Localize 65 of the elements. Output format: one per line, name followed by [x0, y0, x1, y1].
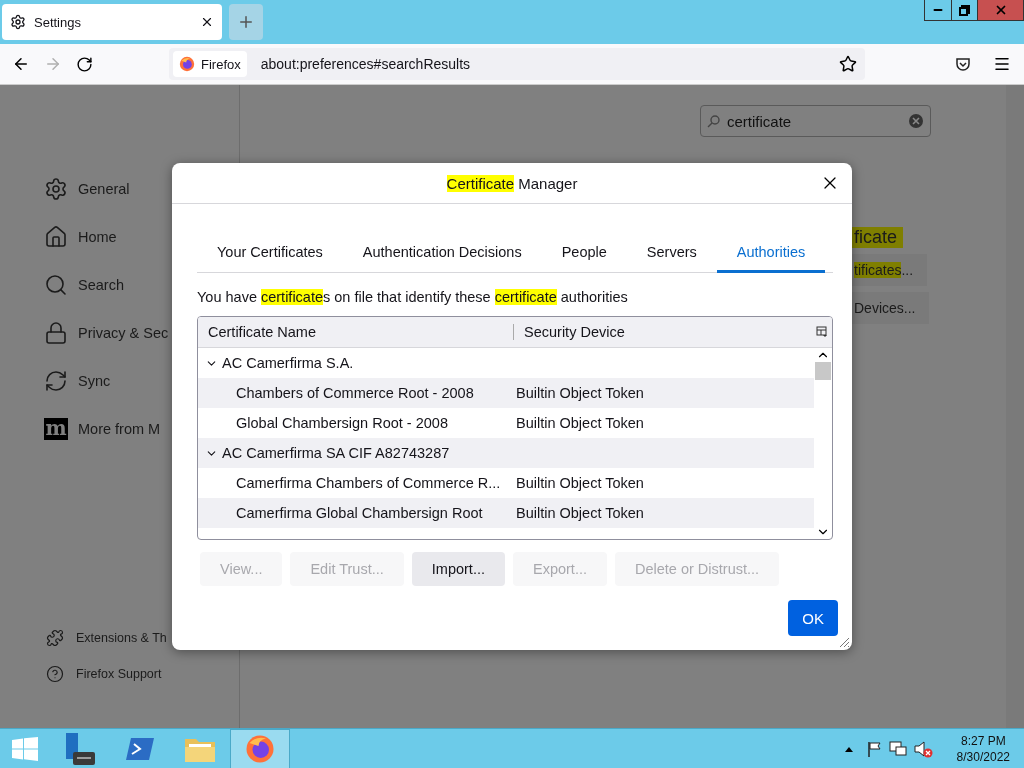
- star-icon[interactable]: [839, 55, 857, 73]
- dialog-tab[interactable]: Servers: [626, 233, 717, 273]
- sidebar-link[interactable]: Firefox Support: [46, 656, 239, 692]
- sidebar-link[interactable]: Extensions & Th: [46, 620, 239, 656]
- table-cell-text: Camerfirma Global Chambersign Root: [235, 505, 484, 521]
- search-icon: [707, 114, 721, 128]
- table-cell-text: AC Camerfirma SA CIF A82743287: [221, 445, 451, 461]
- settings-button[interactable]: tificates...: [852, 254, 928, 286]
- lock-icon: [44, 321, 68, 345]
- caret-icon[interactable]: [844, 745, 853, 752]
- table-row[interactable]: AC Camerfirma SA CIF A82743287: [198, 438, 814, 468]
- restore-icon: [959, 4, 970, 16]
- clock-time: 8:27 PM: [960, 732, 1006, 749]
- identity-box[interactable]: Firefox: [173, 51, 247, 77]
- search-icon: [44, 273, 68, 297]
- dialog-tab[interactable]: Your Certificates: [197, 233, 343, 273]
- flag-icon[interactable]: [866, 740, 883, 757]
- section-heading: ficate: [852, 227, 904, 248]
- gear-icon: [44, 177, 68, 201]
- new-tab-button[interactable]: [229, 4, 263, 40]
- clear-icon[interactable]: [908, 113, 924, 129]
- table-cell-text: Camerfirma Chambers of Commerce R...: [235, 475, 502, 491]
- reload-icon[interactable]: [76, 55, 93, 73]
- menu-icon[interactable]: [993, 55, 1011, 73]
- close-icon[interactable]: [200, 15, 214, 29]
- pocket-icon[interactable]: [955, 56, 971, 72]
- plus-icon: [237, 13, 255, 31]
- table-cell-text: Global Chambersign Root - 2008: [235, 415, 449, 431]
- resize-grip-icon[interactable]: [838, 636, 850, 648]
- speaker-muted-icon[interactable]: [912, 739, 933, 758]
- firefox-logo: [245, 733, 275, 764]
- column-header[interactable]: Certificate Name: [198, 324, 514, 340]
- browser-tab[interactable]: Settings: [2, 4, 222, 40]
- sync-icon: [44, 369, 68, 393]
- table-row[interactable]: Camerfirma Global Chambersign Root Builtin Object Token: [198, 498, 814, 528]
- help-icon: [46, 665, 64, 683]
- network-icon[interactable]: [888, 740, 907, 757]
- puzzle-icon: [46, 629, 64, 647]
- dialog-tab[interactable]: Authentication Decisions: [342, 233, 542, 273]
- sidebar-item[interactable]: General: [44, 165, 239, 213]
- ok-button[interactable]: OK: [788, 600, 838, 636]
- table-cell-text: Builtin Object Token: [515, 385, 645, 401]
- clock-date: 8/30/2022: [956, 748, 1010, 765]
- scroll-thumb[interactable]: [815, 362, 831, 380]
- home-icon: [44, 225, 68, 249]
- column-header[interactable]: Security Device: [514, 324, 816, 340]
- firefox-logo: [179, 56, 195, 72]
- settings-button[interactable]: Devices...: [852, 292, 930, 324]
- search-field[interactable]: certificate: [700, 105, 931, 137]
- column-picker-icon[interactable]: [816, 326, 828, 338]
- address-bar[interactable]: Firefox about:preferences#searchResults: [169, 48, 865, 80]
- table-row[interactable]: Chambers of Commerce Root - 2008 Builtin Object Token: [198, 378, 814, 408]
- dialog-tab[interactable]: People: [541, 233, 627, 273]
- table-cell-text: Builtin Object Token: [515, 505, 645, 521]
- table-cell-text: Builtin Object Token: [515, 475, 645, 491]
- dialog-button[interactable]: Import...: [411, 552, 505, 586]
- gear-icon: [10, 14, 26, 30]
- table-cell-text: Builtin Object Token: [515, 415, 645, 431]
- firefox-taskbar-icon[interactable]: [230, 728, 290, 768]
- table-cell-text: Chambers of Commerce Root - 2008: [235, 385, 475, 401]
- back-icon[interactable]: [12, 55, 30, 73]
- table-cell-text: AC Camerfirma S.A.: [221, 355, 355, 371]
- dialog-tab[interactable]: Authorities: [716, 233, 826, 273]
- dialog-title: Certificate Manager: [446, 174, 578, 192]
- logo-icon: m: [44, 418, 68, 440]
